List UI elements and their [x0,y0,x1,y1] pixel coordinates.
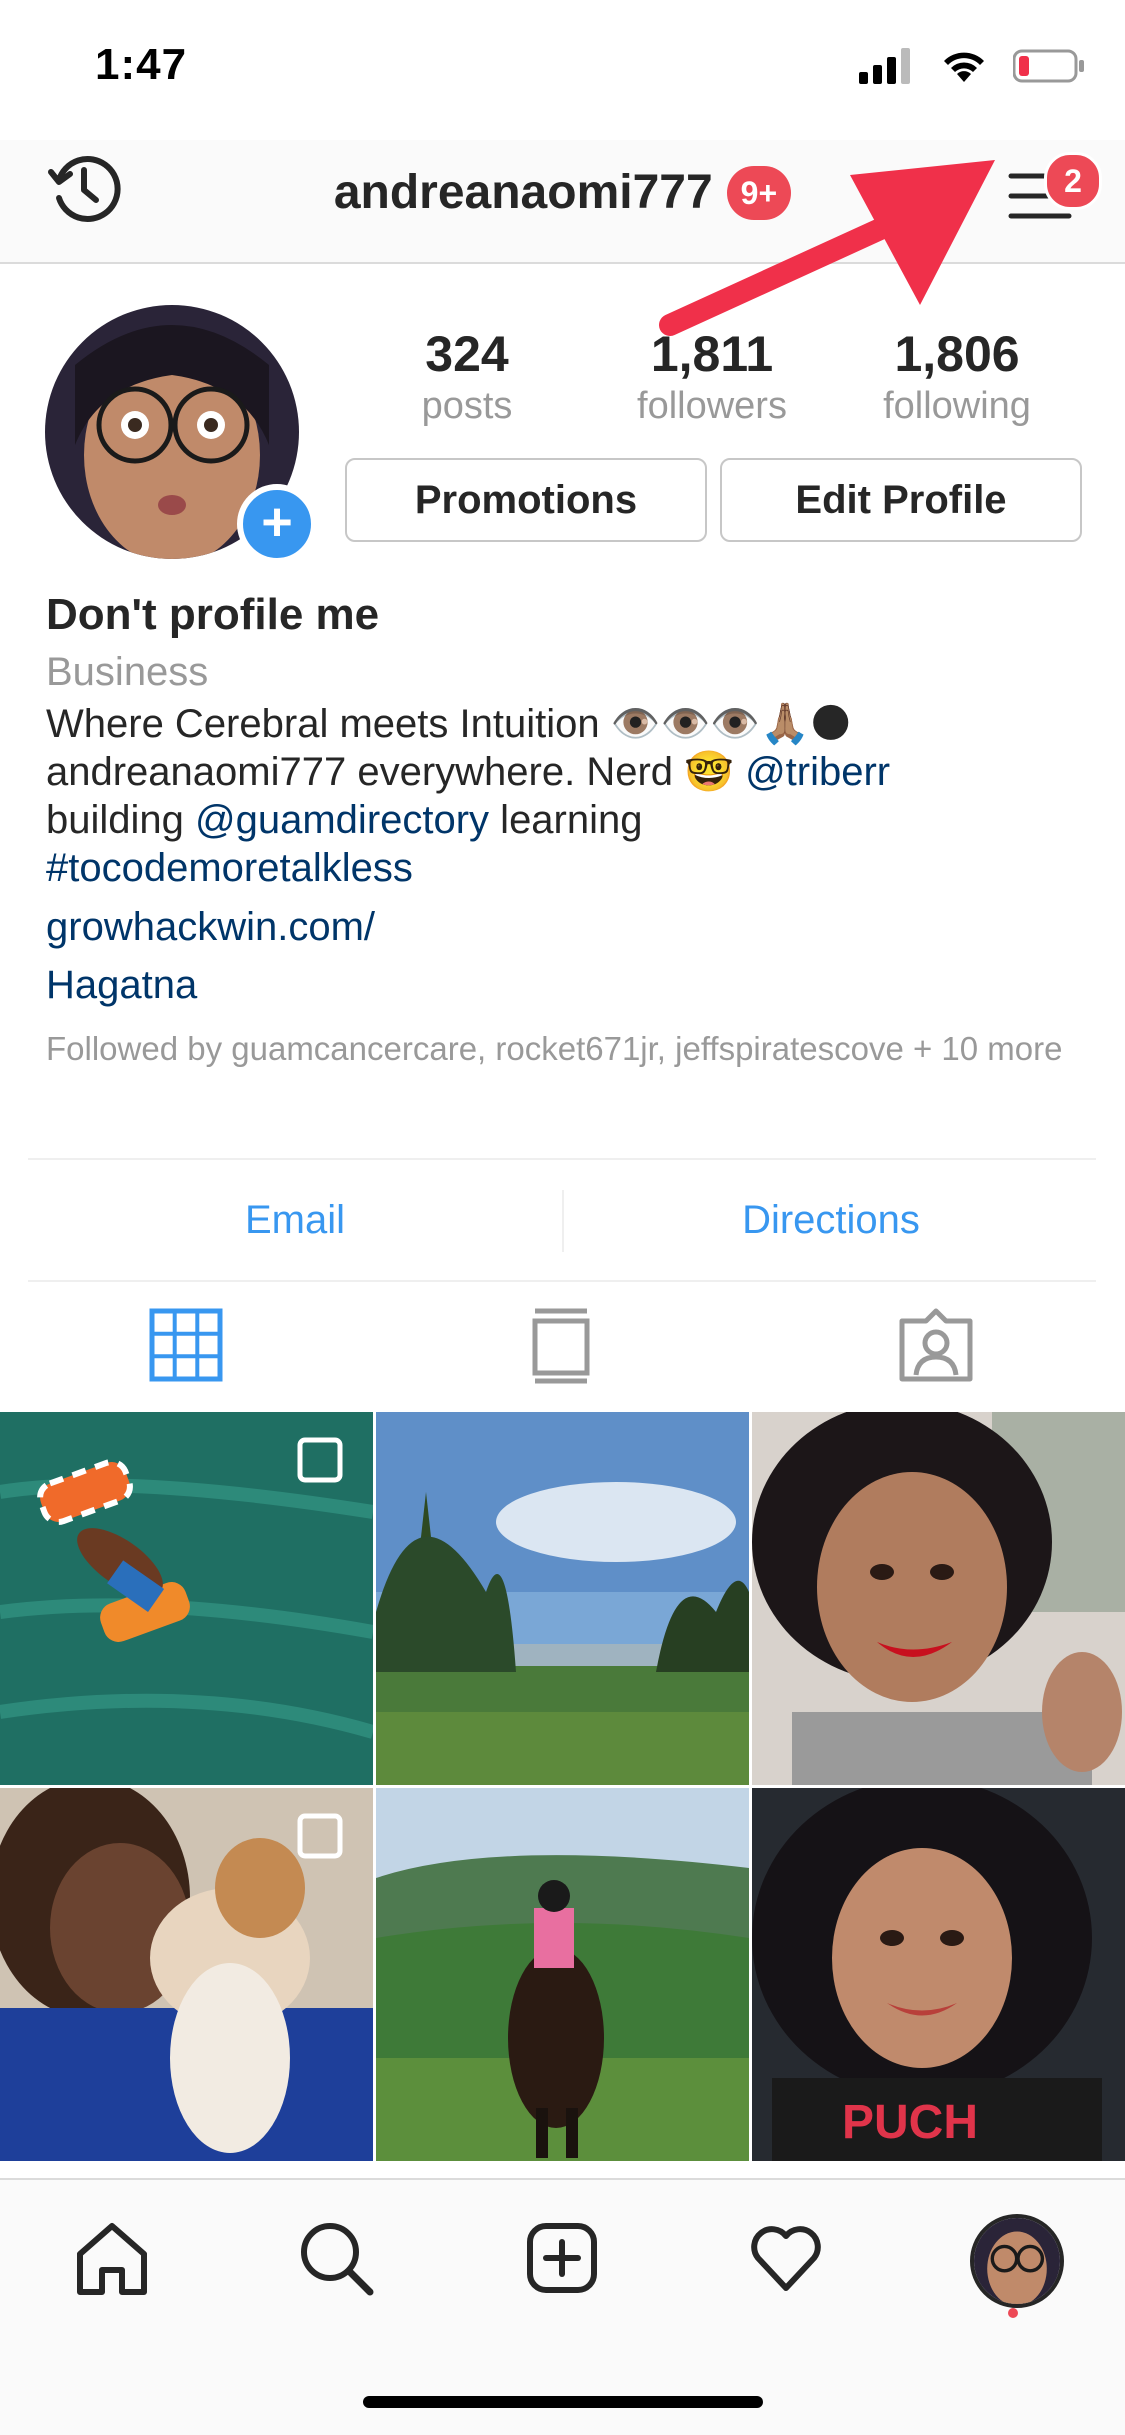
grid-post[interactable] [0,1412,373,1785]
feed-icon [532,1308,590,1384]
bio-text: Where Cerebral meets Intuition 👁️👁️👁️🙏🏽🌑… [46,700,1076,892]
search-icon [301,2223,374,2296]
home-indicator [363,2396,763,2408]
promotions-button[interactable]: Promotions [345,458,707,542]
business-category: Business [46,650,209,694]
profile-activity-dot [1008,2308,1018,2318]
followers-count: 1,811 [650,326,774,382]
bio-line-3: building @guamdirectory learning [46,798,643,842]
photo-grid: PUCH [0,1412,1125,2180]
grid-post[interactable]: PUCH [752,1788,1125,2161]
svg-text:PUCH: PUCH [842,2096,978,2149]
grid-post[interactable] [376,1788,749,2161]
email-button[interactable]: Email [28,1160,562,1280]
tab-grid[interactable] [146,1305,226,1385]
battery-icon [1013,49,1084,83]
menu-notification-badge: 2 [1044,152,1102,210]
website-link[interactable]: growhackwin.com/ [46,905,1076,950]
directions-button[interactable]: Directions [564,1160,1098,1280]
bio-line-2: andreanaomi777 everywhere. Nerd 🤓 @tribe… [46,750,891,794]
edit-profile-button[interactable]: Edit Profile [720,458,1082,542]
signal-icon [859,48,910,84]
nav-home[interactable] [72,2218,152,2298]
grid-post[interactable] [752,1412,1125,1785]
posts-label: posts [421,385,513,427]
bio-line-1: Where Cerebral meets Intuition 👁️👁️👁️🙏🏽🌑 [46,702,852,746]
nav-search[interactable] [296,2218,376,2298]
mention-guamdirectory[interactable]: @guamdirectory [195,798,489,842]
grid-post[interactable] [376,1412,749,1785]
grid-post[interactable] [0,1788,373,2161]
home-icon [77,2223,147,2295]
grid-icon [149,1308,223,1382]
add-post-icon [527,2223,597,2293]
location-link[interactable]: Hagatna [46,963,1076,1008]
tagged-person-icon [899,1308,973,1382]
stat-followers[interactable]: 1,811 followers [592,325,832,428]
tab-feed[interactable] [521,1305,601,1385]
add-story-button[interactable]: + [237,484,317,564]
nav-new-post[interactable] [522,2218,602,2298]
posts-count: 324 [425,326,509,382]
tab-tagged[interactable] [896,1305,976,1385]
annotation-arrow-icon [659,160,995,336]
stat-following[interactable]: 1,806 following [837,325,1077,428]
stat-posts[interactable]: 324 posts [347,325,587,428]
hashtag-link[interactable]: #tocodemoretalkless [46,844,1076,892]
status-time: 1:47 [95,40,188,89]
nav-activity[interactable] [746,2218,826,2298]
profile-avatar-icon [974,2218,1060,2304]
following-label: following [883,385,1031,427]
heart-icon [751,2226,821,2291]
contact-row: Email Directions [28,1158,1096,1282]
nav-profile[interactable] [970,2214,1064,2308]
followers-label: followers [637,385,787,427]
status-icons [859,48,1085,84]
followed-by-text[interactable]: Followed by guamcancercare, rocket671jr,… [46,1028,1086,1070]
profile-name: Don't profile me [46,590,380,639]
wifi-icon [944,52,984,82]
following-count: 1,806 [894,326,1020,382]
mention-triberr[interactable]: @triberr [745,750,890,794]
